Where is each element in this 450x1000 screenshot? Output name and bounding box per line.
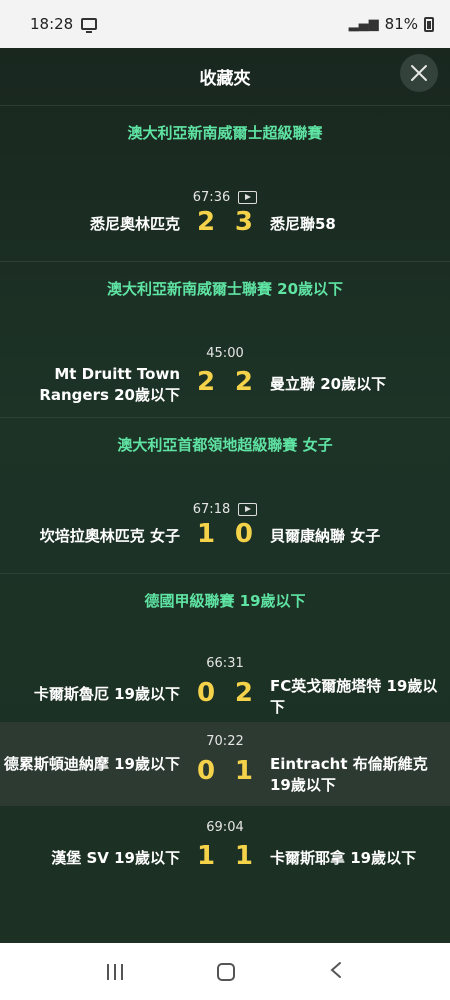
match-row[interactable]: 69:04 漢堡 SV 19歲以下 1 1 卡爾斯耶拿 19歲以下 xyxy=(0,806,450,890)
match-row[interactable]: 70:22 德累斯頓迪納摩 19歲以下 0 1 Eintracht 布倫斯維克 … xyxy=(0,722,450,806)
score: 0 1 xyxy=(197,756,253,786)
home-team: 卡爾斯魯厄 19歲以下 xyxy=(33,685,180,703)
score: 1 0 xyxy=(197,519,253,549)
league-header[interactable]: 德國甲級聯賽 19歲以下 xyxy=(0,574,450,626)
status-bar: 18:28 ▂▄▆ 81% xyxy=(0,0,450,48)
home-team: 德累斯頓迪納摩 19歲以下 xyxy=(3,755,180,773)
home-score: 0 xyxy=(197,678,216,708)
home-team: 漢堡 SV 19歲以下 xyxy=(51,849,180,867)
close-icon xyxy=(411,65,427,81)
match-clock: 67:36 xyxy=(192,190,231,205)
battery-level: 81% xyxy=(384,15,418,33)
video-icon[interactable] xyxy=(238,503,258,516)
home-score: 1 xyxy=(197,519,216,549)
back-icon[interactable] xyxy=(329,961,343,983)
away-team: Eintracht 布倫斯維克 19歲以下 xyxy=(270,755,428,794)
battery-icon xyxy=(424,16,434,32)
match-clock: 45:00 xyxy=(206,346,244,361)
match-row[interactable]: 67:36 悉尼奧林匹克 2 3 悉尼聯58 xyxy=(0,158,450,262)
header: 收藏夾 xyxy=(0,48,450,106)
match-clock: 69:04 xyxy=(206,820,244,835)
status-time: 18:28 xyxy=(30,15,74,33)
away-team: FC英戈爾施塔特 19歲以下 xyxy=(270,677,438,716)
signal-icon: ▂▄▆ xyxy=(348,16,379,32)
match-clock: 66:31 xyxy=(206,656,244,671)
video-icon[interactable] xyxy=(238,191,258,204)
away-score: 3 xyxy=(234,207,253,237)
match-row[interactable]: 66:31 卡爾斯魯厄 19歲以下 0 2 FC英戈爾施塔特 19歲以下 xyxy=(0,626,450,722)
away-team: 卡爾斯耶拿 19歲以下 xyxy=(270,849,417,867)
tv-icon xyxy=(81,18,98,33)
score: 1 1 xyxy=(197,841,253,871)
away-score: 2 xyxy=(234,678,253,708)
away-score: 0 xyxy=(234,519,253,549)
away-team: 曼立聯 20歲以下 xyxy=(270,375,387,393)
league-header[interactable]: 澳大利亞首都領地超級聯賽 女子 xyxy=(0,418,450,470)
match-time: 67:36 xyxy=(0,190,450,205)
home-score: 1 xyxy=(197,841,216,871)
home-icon[interactable] xyxy=(217,962,235,981)
match-time: 66:31 xyxy=(0,656,450,671)
system-nav-bar xyxy=(0,943,450,1000)
home-team: Mt Druitt Town Rangers 20歲以下 xyxy=(39,365,180,404)
match-clock: 67:18 xyxy=(192,502,231,517)
match-time: 67:18 xyxy=(0,502,450,517)
league-header[interactable]: 澳大利亞新南威爾士聯賽 20歲以下 xyxy=(0,262,450,314)
match-time: 70:22 xyxy=(0,734,450,749)
match-row[interactable]: 45:00 Mt Druitt Town Rangers 20歲以下 2 2 曼… xyxy=(0,314,450,418)
match-time: 69:04 xyxy=(0,820,450,835)
page-title: 收藏夾 xyxy=(199,69,251,89)
away-team: 貝爾康納聯 女子 xyxy=(270,527,381,545)
score: 2 2 xyxy=(197,367,253,397)
away-score: 1 xyxy=(234,756,253,786)
away-score: 1 xyxy=(234,841,253,871)
favorites-screen: 收藏夾 澳大利亞新南威爾士超級聯賽 67:36 悉尼奧林匹克 2 3 悉尼聯58… xyxy=(0,48,450,943)
home-score: 0 xyxy=(197,756,216,786)
home-team: 坎培拉奧林匹克 女子 xyxy=(39,527,180,545)
match-row[interactable]: 67:18 坎培拉奧林匹克 女子 1 0 貝爾康納聯 女子 xyxy=(0,470,450,574)
match-time: 45:00 xyxy=(0,346,450,361)
score: 0 2 xyxy=(197,678,253,708)
score: 2 3 xyxy=(197,207,253,237)
close-button[interactable] xyxy=(400,54,438,92)
home-team: 悉尼奧林匹克 xyxy=(89,215,180,233)
match-clock: 70:22 xyxy=(206,734,244,749)
home-score: 2 xyxy=(197,367,216,397)
home-score: 2 xyxy=(197,207,216,237)
away-score: 2 xyxy=(234,367,253,397)
recent-apps-icon[interactable] xyxy=(107,963,123,980)
away-team: 悉尼聯58 xyxy=(270,215,336,233)
league-header[interactable]: 澳大利亞新南威爾士超級聯賽 xyxy=(0,106,450,158)
